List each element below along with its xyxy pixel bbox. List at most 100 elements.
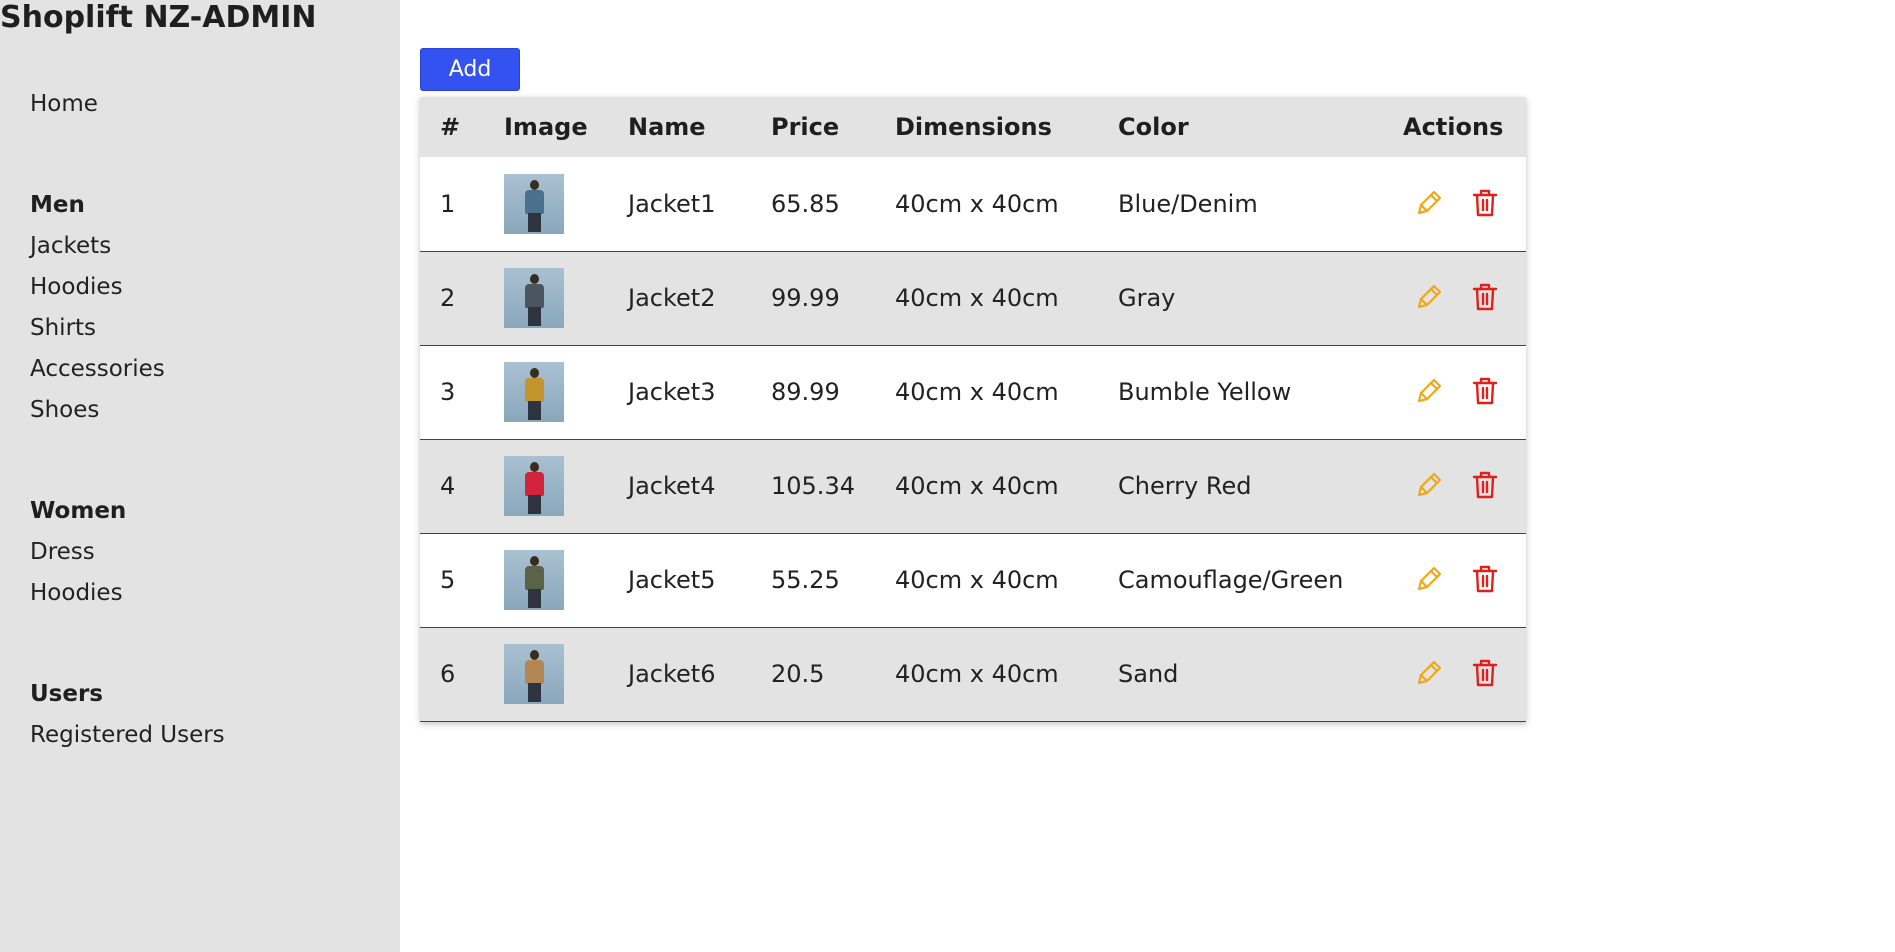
products-table: # Image Name Price Dimensions Color Acti… <box>420 97 1526 722</box>
nav-heading-women: Women <box>30 498 127 524</box>
row-actions <box>1403 439 1526 533</box>
thumbnail-jacket <box>525 660 544 684</box>
thumbnail-person-legs <box>528 212 541 232</box>
add-button[interactable]: Add <box>420 48 520 91</box>
sidebar-item-registered-users[interactable]: Registered Users <box>30 715 225 756</box>
row-actions <box>1403 627 1526 721</box>
delete-button[interactable] <box>1469 657 1501 691</box>
thumbnail-person-head <box>530 368 539 378</box>
column-header-color: Color <box>1118 113 1189 141</box>
sidebar-nav: Home Men Jackets Hoodies Shirts Accessor… <box>30 84 225 756</box>
row-number: 1 <box>440 189 456 218</box>
nav-section-women: Women Dress Hoodies <box>30 491 225 614</box>
product-thumbnail <box>504 362 564 422</box>
sidebar-item-men-jackets[interactable]: Jackets <box>30 226 225 267</box>
product-color: Gray <box>1118 284 1176 312</box>
product-color: Camouflage/Green <box>1118 566 1344 594</box>
thumbnail-person-head <box>530 650 539 660</box>
product-thumbnail <box>504 456 564 516</box>
sidebar-item-women-hoodies[interactable]: Hoodies <box>30 573 225 614</box>
thumbnail-person-head <box>530 556 539 566</box>
row-actions <box>1403 345 1526 439</box>
column-header-price: Price <box>771 113 840 141</box>
edit-button[interactable] <box>1413 281 1445 315</box>
delete-button[interactable] <box>1469 187 1501 221</box>
edit-button[interactable] <box>1413 375 1445 409</box>
table-row: 6 Jacket6 20.5 40cm x 40cm Sand <box>420 627 1526 721</box>
column-header-actions: Actions <box>1403 113 1504 141</box>
trash-icon <box>1472 565 1497 593</box>
product-price: 20.5 <box>771 660 825 688</box>
sidebar-item-men-accessories[interactable]: Accessories <box>30 349 225 390</box>
edit-button[interactable] <box>1413 657 1445 691</box>
product-name: Jacket2 <box>628 284 716 312</box>
product-dimensions: 40cm x 40cm <box>895 189 1059 218</box>
product-dimensions: 40cm x 40cm <box>895 378 1059 406</box>
sidebar-item-home[interactable]: Home <box>30 84 225 125</box>
product-dimensions: 40cm x 40cm <box>895 660 1059 688</box>
product-dimensions: 40cm x 40cm <box>895 472 1059 500</box>
thumbnail-jacket <box>525 566 544 590</box>
table-row: 1 Jacket1 65.85 40cm x 40cm Blue/Denim <box>420 157 1526 251</box>
sidebar-item-women-dress[interactable]: Dress <box>30 532 225 573</box>
delete-button[interactable] <box>1469 563 1501 597</box>
delete-button[interactable] <box>1469 281 1501 315</box>
row-actions <box>1403 533 1526 627</box>
table-header-row: # Image Name Price Dimensions Color Acti… <box>420 97 1526 157</box>
thumbnail-jacket <box>525 189 544 214</box>
sidebar-item-men-hoodies[interactable]: Hoodies <box>30 267 225 308</box>
product-thumbnail <box>504 268 564 328</box>
product-image-cell <box>504 627 628 721</box>
trash-icon <box>1472 471 1497 499</box>
product-name: Jacket4 <box>628 472 716 500</box>
nav-heading-users: Users <box>30 681 103 707</box>
product-name: Jacket3 <box>628 378 716 406</box>
pencil-icon <box>1417 284 1442 309</box>
edit-button[interactable] <box>1413 563 1445 597</box>
row-number: 6 <box>440 660 456 688</box>
thumbnail-person-legs <box>528 495 541 514</box>
thumbnail-person-legs <box>528 683 541 702</box>
product-price: 105.34 <box>771 472 855 500</box>
column-header-dimensions: Dimensions <box>895 113 1052 141</box>
product-price: 65.85 <box>771 189 840 218</box>
product-thumbnail <box>504 550 564 610</box>
sidebar-item-men-shoes[interactable]: Shoes <box>30 390 225 431</box>
pencil-icon <box>1417 472 1442 497</box>
brand-title: Shoplift NZ-ADMIN <box>0 0 317 35</box>
product-thumbnail <box>504 644 564 704</box>
thumbnail-jacket <box>525 378 544 402</box>
row-number: 2 <box>440 284 456 312</box>
sidebar-item-men-shirts[interactable]: Shirts <box>30 308 225 349</box>
thumbnail-person-legs <box>528 589 541 608</box>
thumbnail-person-head <box>530 274 539 284</box>
thumbnail-jacket <box>525 472 544 496</box>
product-price: 99.99 <box>771 284 840 312</box>
pencil-icon <box>1417 378 1442 403</box>
table-row: 2 Jacket2 99.99 40cm x 40cm Gray <box>420 251 1526 345</box>
product-price: 89.99 <box>771 378 840 406</box>
product-price: 55.25 <box>771 566 840 594</box>
product-image-cell <box>504 251 628 345</box>
product-image-cell <box>504 533 628 627</box>
thumbnail-person-head <box>530 179 539 190</box>
nav-section-users: Users Registered Users <box>30 674 225 756</box>
row-actions <box>1403 251 1526 345</box>
product-name: Jacket6 <box>628 660 716 688</box>
product-name: Jacket5 <box>628 566 716 594</box>
trash-icon <box>1472 283 1497 311</box>
delete-button[interactable] <box>1469 469 1501 503</box>
product-dimensions: 40cm x 40cm <box>895 566 1059 594</box>
edit-button[interactable] <box>1413 469 1445 503</box>
pencil-icon <box>1417 660 1442 685</box>
pencil-icon <box>1417 190 1442 214</box>
table-row: 4 Jacket4 105.34 40cm x 40cm Cherry Red <box>420 439 1526 533</box>
row-number: 3 <box>440 378 456 406</box>
delete-button[interactable] <box>1469 375 1501 409</box>
nav-heading-men: Men <box>30 192 85 218</box>
edit-button[interactable] <box>1413 187 1445 221</box>
thumbnail-jacket <box>525 284 544 308</box>
product-color: Blue/Denim <box>1118 189 1258 218</box>
row-number: 4 <box>440 472 456 500</box>
product-image-cell <box>504 439 628 533</box>
